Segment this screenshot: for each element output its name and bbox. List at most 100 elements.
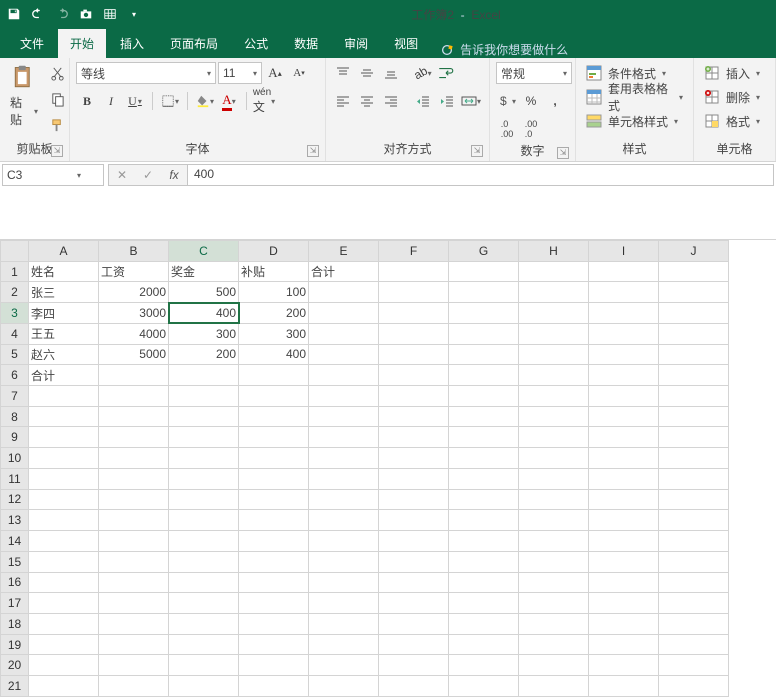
enter-formula-icon[interactable]: ✓ — [135, 168, 161, 182]
cell-I6[interactable] — [589, 365, 659, 386]
cell-I15[interactable] — [589, 551, 659, 572]
cell-J18[interactable] — [659, 613, 729, 634]
redo-icon[interactable] — [54, 6, 70, 22]
cell-A10[interactable] — [29, 448, 99, 469]
cell-J5[interactable] — [659, 344, 729, 365]
cell-I3[interactable] — [589, 303, 659, 324]
cell-C4[interactable]: 300 — [169, 323, 239, 344]
fill-color-button[interactable]: ▾ — [194, 90, 216, 112]
cell-B10[interactable] — [99, 448, 169, 469]
cell-G6[interactable] — [449, 365, 519, 386]
cell-D17[interactable] — [239, 593, 309, 614]
row-header-13[interactable]: 13 — [1, 510, 29, 531]
cell-D6[interactable] — [239, 365, 309, 386]
row-header-7[interactable]: 7 — [1, 386, 29, 407]
cell-C5[interactable]: 200 — [169, 344, 239, 365]
cell-styles-button[interactable]: 单元格样式▾ — [582, 110, 687, 132]
cell-F20[interactable] — [379, 655, 449, 676]
cancel-formula-icon[interactable]: ✕ — [109, 168, 135, 182]
cell-F11[interactable] — [379, 468, 449, 489]
cell-H1[interactable] — [519, 261, 589, 282]
cell-I12[interactable] — [589, 489, 659, 510]
row-header-6[interactable]: 6 — [1, 365, 29, 386]
clipboard-dialog-icon[interactable]: ⇲ — [51, 145, 63, 157]
percent-icon[interactable]: % — [520, 90, 542, 112]
wrap-text-button[interactable] — [436, 63, 456, 83]
cell-H10[interactable] — [519, 448, 589, 469]
cell-C13[interactable] — [169, 510, 239, 531]
cell-C2[interactable]: 500 — [169, 282, 239, 303]
col-header-A[interactable]: A — [29, 241, 99, 262]
cell-E4[interactable] — [309, 323, 379, 344]
decrease-decimal-icon[interactable]: .00.0 — [520, 118, 542, 140]
cell-J2[interactable] — [659, 282, 729, 303]
accounting-format-icon[interactable]: $▾ — [496, 90, 518, 112]
cell-I20[interactable] — [589, 655, 659, 676]
cell-D9[interactable] — [239, 427, 309, 448]
cell-C6[interactable] — [169, 365, 239, 386]
cell-D7[interactable] — [239, 386, 309, 407]
row-header-11[interactable]: 11 — [1, 468, 29, 489]
cell-B7[interactable] — [99, 386, 169, 407]
row-header-17[interactable]: 17 — [1, 593, 29, 614]
col-header-C[interactable]: C — [169, 241, 239, 262]
copy-icon[interactable] — [46, 88, 68, 110]
cell-J9[interactable] — [659, 427, 729, 448]
cell-H18[interactable] — [519, 613, 589, 634]
cell-H3[interactable] — [519, 303, 589, 324]
format-cells-button[interactable]: 格式▾ — [700, 110, 764, 132]
row-header-21[interactable]: 21 — [1, 676, 29, 697]
cell-B3[interactable]: 3000 — [99, 303, 169, 324]
cell-F4[interactable] — [379, 323, 449, 344]
tell-me[interactable]: 告诉我你想要做什么 — [440, 41, 568, 58]
cell-F18[interactable] — [379, 613, 449, 634]
cell-E15[interactable] — [309, 551, 379, 572]
cut-icon[interactable] — [46, 62, 68, 84]
cell-I11[interactable] — [589, 468, 659, 489]
align-bottom-icon[interactable] — [380, 62, 402, 84]
delete-cells-button[interactable]: 删除▾ — [700, 86, 764, 108]
cell-H8[interactable] — [519, 406, 589, 427]
merge-button[interactable]: ▾ — [460, 90, 482, 112]
cell-F13[interactable] — [379, 510, 449, 531]
format-table-button[interactable]: 套用表格格式▾ — [582, 86, 687, 108]
cell-D18[interactable] — [239, 613, 309, 634]
cell-G9[interactable] — [449, 427, 519, 448]
cell-C15[interactable] — [169, 551, 239, 572]
cell-E5[interactable] — [309, 344, 379, 365]
cell-A12[interactable] — [29, 489, 99, 510]
cell-G7[interactable] — [449, 386, 519, 407]
cell-H13[interactable] — [519, 510, 589, 531]
row-header-5[interactable]: 5 — [1, 344, 29, 365]
align-center-icon[interactable] — [356, 90, 378, 112]
cell-A5[interactable]: 赵六 — [29, 344, 99, 365]
cell-C10[interactable] — [169, 448, 239, 469]
cell-A11[interactable] — [29, 468, 99, 489]
cell-D2[interactable]: 100 — [239, 282, 309, 303]
cell-A13[interactable] — [29, 510, 99, 531]
format-painter-icon[interactable] — [46, 114, 68, 136]
cell-E3[interactable] — [309, 303, 379, 324]
cell-G16[interactable] — [449, 572, 519, 593]
row-header-2[interactable]: 2 — [1, 282, 29, 303]
cell-I7[interactable] — [589, 386, 659, 407]
cell-H5[interactable] — [519, 344, 589, 365]
cell-D16[interactable] — [239, 572, 309, 593]
cell-C1[interactable]: 奖金 — [169, 261, 239, 282]
border-button[interactable]: ▾ — [159, 90, 181, 112]
cell-I2[interactable] — [589, 282, 659, 303]
cell-C17[interactable] — [169, 593, 239, 614]
col-header-H[interactable]: H — [519, 241, 589, 262]
cell-E16[interactable] — [309, 572, 379, 593]
select-all-corner[interactable] — [1, 241, 29, 262]
cell-F14[interactable] — [379, 531, 449, 552]
cell-J19[interactable] — [659, 634, 729, 655]
cell-J1[interactable] — [659, 261, 729, 282]
font-size-combo[interactable]: ▾ — [218, 62, 262, 84]
cell-A9[interactable] — [29, 427, 99, 448]
cell-B17[interactable] — [99, 593, 169, 614]
camera-icon[interactable] — [78, 6, 94, 22]
cell-F9[interactable] — [379, 427, 449, 448]
cell-G13[interactable] — [449, 510, 519, 531]
cell-E12[interactable] — [309, 489, 379, 510]
